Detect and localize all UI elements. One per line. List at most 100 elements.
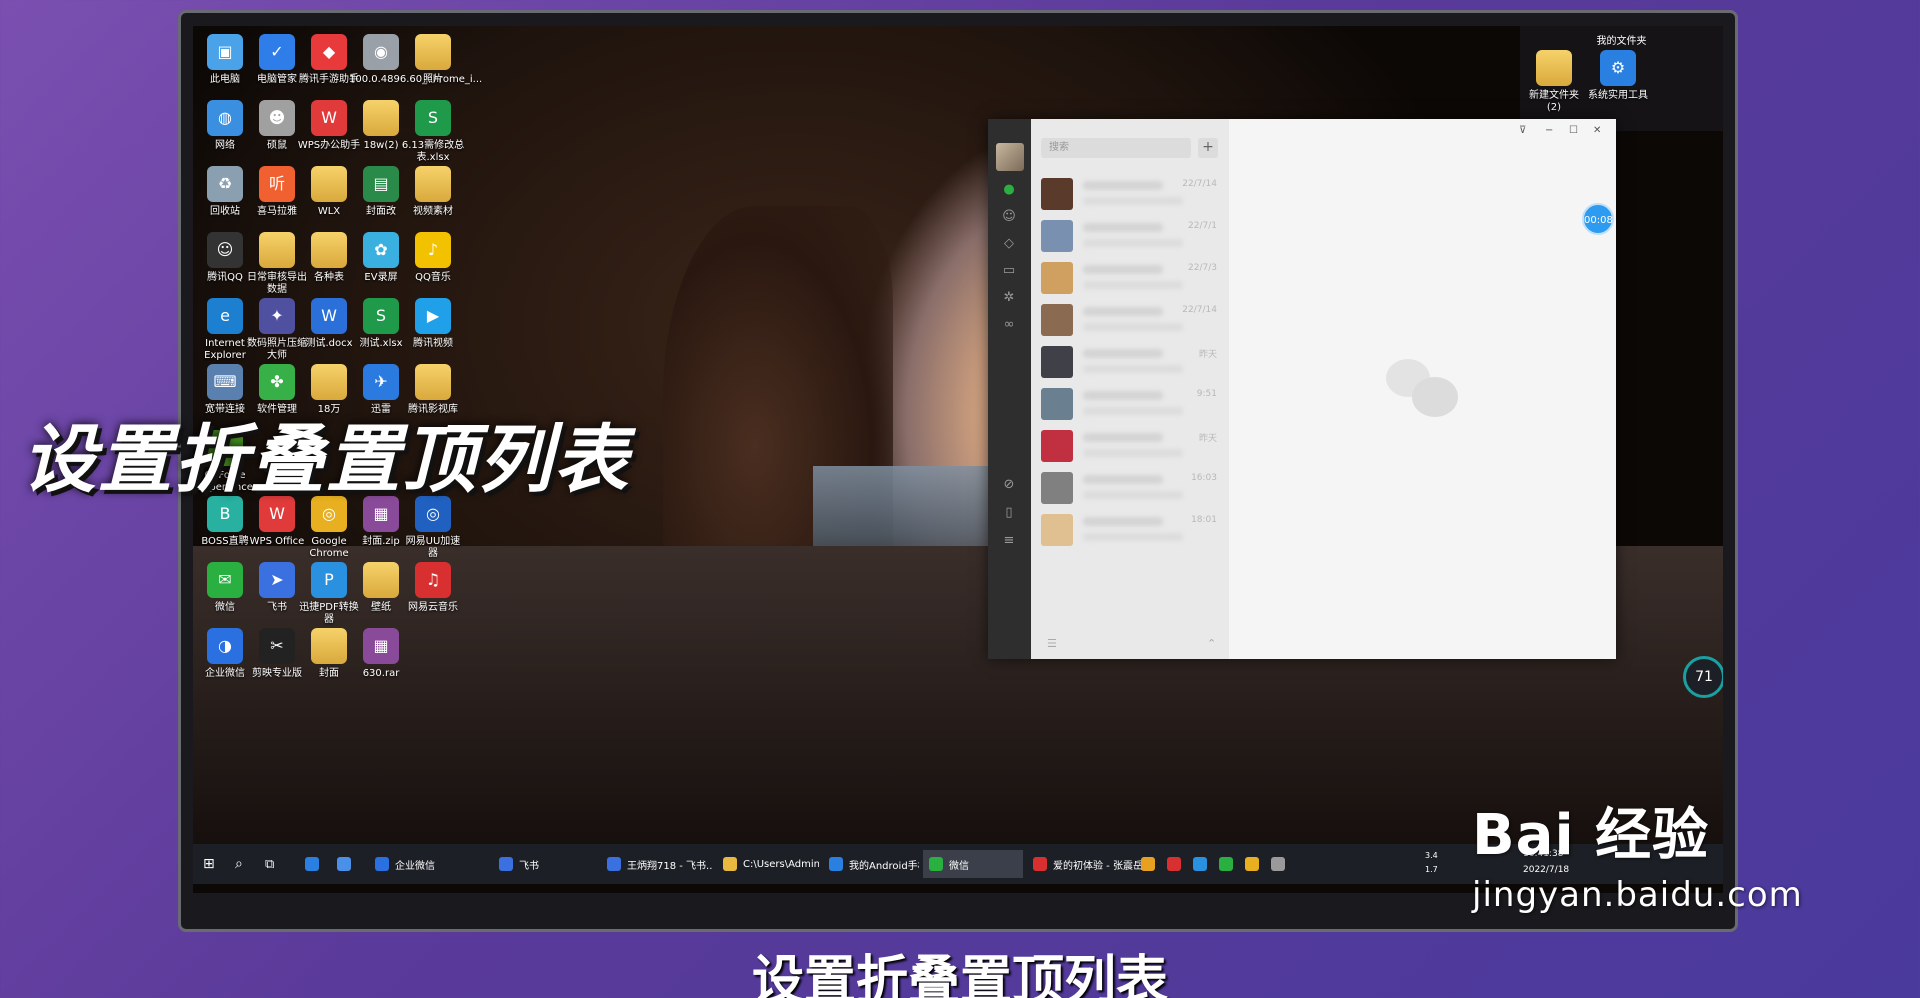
folder-icon	[1536, 50, 1572, 86]
maximize-icon[interactable]: ☐	[1569, 125, 1578, 136]
app-icon: ✂	[259, 628, 295, 664]
app-icon: ◆	[311, 34, 347, 70]
task-view-icon[interactable]: ⧉	[265, 850, 285, 878]
desktop-icon[interactable]: ♪ QQ音乐	[401, 232, 465, 284]
app-icon: ✿	[363, 232, 399, 268]
taskbar-item[interactable]: 王炳翔718 - 飞书...	[601, 850, 713, 878]
app-icon	[415, 34, 451, 70]
performance-gauge[interactable]: 71	[1683, 656, 1723, 698]
tray-icons[interactable]	[1141, 850, 1341, 878]
list-item[interactable]: 18:01	[1031, 505, 1229, 555]
desktop-icon[interactable]: ▦ 630.rar	[349, 628, 413, 680]
moments-icon[interactable]: ✲	[1001, 290, 1017, 306]
blurred-name	[1083, 223, 1163, 232]
app-icon: ✉	[207, 562, 243, 598]
desktop-icon[interactable]: 视频素材	[401, 166, 465, 218]
app-icon	[311, 628, 347, 664]
app-icon	[311, 166, 347, 202]
app-icon: e	[207, 298, 243, 334]
add-button[interactable]: +	[1198, 138, 1218, 158]
blurred-preview	[1083, 407, 1183, 415]
link-icon[interactable]: ⊘	[1001, 477, 1017, 493]
desktop-icon[interactable]: 照片	[401, 34, 465, 86]
menu-icon[interactable]: ≡	[1001, 533, 1017, 549]
app-icon: 听	[259, 166, 295, 202]
desktop-icon[interactable]: S 6.13需修改总表.xlsx	[401, 100, 465, 164]
chat-time: 16:03	[1191, 473, 1217, 483]
app-icon: ☻	[259, 100, 295, 136]
app-icon: ✓	[259, 34, 295, 70]
app-icon: ▣	[207, 34, 243, 70]
app-icon	[311, 364, 347, 400]
gear-icon: ⚙	[1600, 50, 1636, 86]
chat-icon[interactable]: ●	[1001, 182, 1017, 198]
wechat-window[interactable]: ● ☺ ◇ ▭ ✲ ∞ ⊘ ▯ ≡ 搜索 + 22/7/14 22/7/1 22/7…	[988, 119, 1616, 659]
app-icon: ♻	[207, 166, 243, 202]
files-icon[interactable]: ▭	[1001, 263, 1017, 279]
favorites-icon[interactable]: ◇	[1001, 236, 1017, 252]
chat-time: 昨天	[1198, 434, 1217, 444]
app-icon: S	[363, 298, 399, 334]
app-icon	[415, 364, 451, 400]
app-icon: ◉	[363, 34, 399, 70]
watermark-brand: Bai 经验	[1472, 803, 1710, 868]
taskbar-item[interactable]: 企业微信	[369, 850, 489, 878]
avatar	[1041, 346, 1073, 378]
contacts-icon[interactable]: ☺	[1001, 209, 1017, 225]
subtitle-caption: 设置折叠置顶列表	[751, 951, 1168, 998]
blurred-name	[1083, 517, 1163, 526]
taskbar-item[interactable]: 飞书	[493, 850, 597, 878]
app-icon: ✈	[363, 364, 399, 400]
app-icon	[375, 857, 389, 871]
desktop-icon[interactable]: ▶ 腾讯视频	[401, 298, 465, 350]
my-folders-panel: 我的文件夹 新建文件夹(2) ⚙ 系统实用工具	[1520, 26, 1723, 131]
blurred-name	[1083, 349, 1163, 358]
blurred-name	[1083, 433, 1163, 442]
app-icon: ⌨	[207, 364, 243, 400]
chevron-up-icon[interactable]: ⌃	[1207, 637, 1216, 650]
taskbar-item[interactable]: C:\Users\Adminis...	[717, 850, 819, 878]
blurred-preview	[1083, 491, 1183, 499]
app-icon: ◑	[207, 628, 243, 664]
user-avatar[interactable]	[996, 143, 1024, 171]
blurred-name	[1083, 391, 1163, 400]
taskbar-item[interactable]: 爱的初体验 - 张震岳	[1027, 850, 1157, 878]
app-icon: ▦	[363, 628, 399, 664]
chat-time: 22/7/14	[1182, 305, 1217, 315]
close-icon[interactable]: ✕	[1593, 125, 1601, 136]
list-icon[interactable]: ☰	[1047, 637, 1057, 650]
app-icon: ♫	[415, 562, 451, 598]
chat-time: 昨天	[1198, 350, 1217, 360]
chat-time: 22/7/3	[1188, 263, 1217, 273]
search-input[interactable]: 搜索	[1041, 138, 1191, 158]
system-tools-icon[interactable]: ⚙ 系统实用工具	[1586, 50, 1650, 102]
minimize-icon[interactable]: −	[1545, 125, 1553, 136]
app-icon: ➤	[259, 562, 295, 598]
taskbar-item[interactable]: 我的Android手机	[823, 850, 919, 878]
chat-time: 22/7/1	[1188, 221, 1217, 231]
pinned-app-icon[interactable]	[337, 850, 357, 878]
blurred-name	[1083, 181, 1163, 190]
search-icon[interactable]: ⌕	[235, 850, 255, 878]
app-icon	[607, 857, 621, 871]
blurred-preview	[1083, 197, 1183, 205]
app-icon: S	[415, 100, 451, 136]
chat-time: 18:01	[1191, 515, 1217, 525]
new-folder-icon[interactable]: 新建文件夹(2)	[1522, 50, 1586, 114]
pin-icon[interactable]: ⊽	[1519, 125, 1526, 136]
app-icon	[829, 857, 843, 871]
net-speed-down: 1.7	[1425, 864, 1438, 874]
mini-program-icon[interactable]: ∞	[1001, 317, 1017, 333]
blurred-preview	[1083, 239, 1183, 247]
wechat-sidebar: ● ☺ ◇ ▭ ✲ ∞ ⊘ ▯ ≡	[988, 119, 1031, 659]
blurred-name	[1083, 265, 1163, 274]
app-icon	[415, 166, 451, 202]
avatar	[1041, 472, 1073, 504]
phone-icon[interactable]: ▯	[1001, 505, 1017, 521]
pinned-app-icon[interactable]	[305, 850, 325, 878]
start-icon[interactable]: ⊞	[203, 850, 223, 878]
app-icon	[929, 857, 943, 871]
desktop-icon[interactable]: ♫ 网易云音乐	[401, 562, 465, 614]
taskbar-item[interactable]: 微信	[923, 850, 1023, 878]
watermark-url: jingyan.baidu.com	[1472, 875, 1803, 915]
